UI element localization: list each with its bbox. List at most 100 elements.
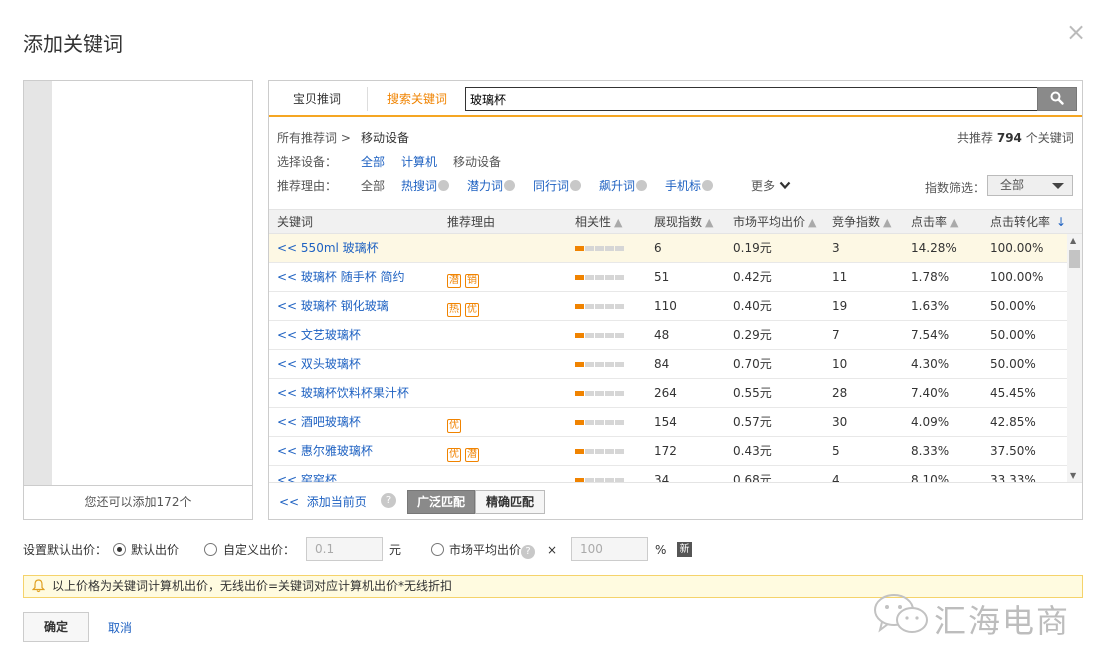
- broad-match-button[interactable]: 广泛匹配: [407, 490, 475, 514]
- reason-option-potential[interactable]: 潜力词: [467, 177, 516, 195]
- selected-keywords-strip: [24, 81, 52, 486]
- relevance-segment: [615, 449, 624, 454]
- reason-option-mobile[interactable]: 手机标: [665, 177, 714, 195]
- cell-impressions: 34: [654, 473, 670, 482]
- sort-up-icon: ▲: [614, 216, 623, 229]
- index-filter-select[interactable]: 全部: [987, 175, 1073, 196]
- tab-search-keyword[interactable]: 搜索关键词: [387, 81, 447, 117]
- col-avg-bid[interactable]: 市场平均出价 ▲: [733, 210, 816, 234]
- confirm-button[interactable]: 确定: [23, 612, 89, 642]
- search-icon: [1050, 91, 1064, 105]
- tab-item-recommend[interactable]: 宝贝推词: [293, 81, 341, 117]
- relevance-segment: [605, 246, 614, 251]
- help-dot-icon[interactable]: [570, 180, 582, 191]
- help-icon[interactable]: ?: [521, 545, 536, 559]
- reason-option-hot[interactable]: 热搜词: [401, 177, 450, 195]
- sort-up-icon: ▲: [705, 216, 714, 229]
- keyword-add-link[interactable]: << 文艺玻璃杯: [277, 328, 361, 342]
- cancel-link[interactable]: 取消: [108, 619, 132, 636]
- relevance-segment: [615, 420, 624, 425]
- cell-competition: 11: [832, 270, 848, 284]
- scroll-up-icon[interactable]: ▲: [1070, 236, 1076, 245]
- cell-avg-bid: 0.55元: [733, 386, 772, 400]
- cell-cvr: 42.85%: [990, 415, 1036, 429]
- market-percent-input[interactable]: 100: [571, 537, 648, 561]
- reason-tag: 优: [447, 448, 461, 462]
- relevance-bar: [575, 362, 625, 367]
- exact-match-button[interactable]: 精确匹配: [475, 490, 545, 514]
- reason-filter-label: 推荐理由：: [277, 179, 338, 193]
- table-row[interactable]: << 玻璃杯 随手杯 简约 潜销 51 0.42元 11 1.78% 100.00%: [269, 263, 1067, 292]
- table-row[interactable]: << 文艺玻璃杯 48 0.29元 7 7.54% 50.00%: [269, 321, 1067, 350]
- reason-option-all[interactable]: 全部: [361, 177, 385, 195]
- keyword-add-link[interactable]: << 玻璃杯 钢化玻璃: [277, 299, 389, 313]
- search-input[interactable]: [465, 87, 1039, 111]
- table-row[interactable]: << 惠尔雅玻璃杯 优潜 172 0.43元 5 8.33% 37.50%: [269, 437, 1067, 466]
- market-bid-option[interactable]: 市场平均出价?: [449, 537, 536, 563]
- table-row[interactable]: << 550ml 玻璃杯 6 0.19元 3 14.28% 100.00%: [269, 234, 1067, 263]
- index-filter-label: 指数筛选：: [925, 181, 986, 195]
- table-row[interactable]: << 酒吧玻璃杯 优 154 0.57元 30 4.09% 42.85%: [269, 408, 1067, 437]
- cell-ctr: 8.10%: [911, 473, 950, 482]
- col-ctr[interactable]: 点击率 ▲: [911, 210, 958, 234]
- device-option-computer[interactable]: 计算机: [401, 153, 437, 171]
- relevance-segment: [575, 449, 584, 454]
- keyword-add-link[interactable]: << 双头玻璃杯: [277, 357, 361, 371]
- table-row[interactable]: << 窑窑杯 34 0.68元 4 8.10% 33.33%: [269, 466, 1067, 482]
- table-row[interactable]: << 玻璃杯 钢化玻璃 热优 110 0.40元 19 1.63% 50.00%: [269, 292, 1067, 321]
- cell-cvr: 50.00%: [990, 357, 1036, 371]
- col-relevance[interactable]: 相关性 ▲: [575, 210, 622, 234]
- keyword-add-link[interactable]: << 窑窑杯: [277, 473, 337, 482]
- add-current-page-link[interactable]: << 添加当前页: [279, 492, 367, 512]
- col-impressions[interactable]: 展现指数 ▲: [654, 210, 713, 234]
- device-option-mobile[interactable]: 移动设备: [453, 153, 501, 171]
- reason-option-rising[interactable]: 飙升词: [599, 177, 648, 195]
- relevance-segment: [575, 275, 584, 280]
- index-filter-value: 全部: [1000, 178, 1025, 192]
- keyword-add-link[interactable]: << 玻璃杯饮料杯果汁杯: [277, 386, 409, 400]
- help-dot-icon[interactable]: [438, 180, 450, 191]
- cell-reason: 热优: [447, 292, 483, 320]
- search-button[interactable]: [1037, 87, 1077, 111]
- relevance-segment: [615, 304, 624, 309]
- col-cvr[interactable]: 点击转化率 ↓: [990, 210, 1066, 234]
- help-dot-icon[interactable]: [636, 180, 648, 191]
- cell-keyword: << 惠尔雅玻璃杯: [277, 437, 373, 465]
- keyword-add-link[interactable]: << 550ml 玻璃杯: [277, 241, 379, 255]
- more-label: 更多: [751, 179, 776, 193]
- cell-avg-bid: 0.19元: [733, 241, 772, 255]
- table-scrollbar[interactable]: ▲ ▼: [1067, 234, 1082, 482]
- more-reasons-toggle[interactable]: 更多: [751, 177, 791, 195]
- table-row[interactable]: << 玻璃杯饮料杯果汁杯 264 0.55元 28 7.40% 45.45%: [269, 379, 1067, 408]
- custom-bid-input[interactable]: 0.1: [306, 537, 383, 561]
- relevance-segment: [575, 333, 584, 338]
- relevance-segment: [615, 333, 624, 338]
- close-icon[interactable]: ×: [1066, 18, 1086, 46]
- relevance-segment: [575, 391, 584, 396]
- reason-option-peer[interactable]: 同行词: [533, 177, 582, 195]
- table-row[interactable]: << 双头玻璃杯 84 0.70元 10 4.30% 50.00%: [269, 350, 1067, 379]
- radio-custom-bid[interactable]: [204, 543, 217, 556]
- scroll-thumb[interactable]: [1069, 250, 1080, 268]
- col-competition[interactable]: 竞争指数 ▲: [832, 210, 891, 234]
- keyword-add-link[interactable]: << 惠尔雅玻璃杯: [277, 444, 373, 458]
- keyword-add-link[interactable]: << 酒吧玻璃杯: [277, 415, 361, 429]
- scroll-down-icon[interactable]: ▼: [1070, 471, 1076, 480]
- cell-cvr: 100.00%: [990, 241, 1044, 255]
- device-option-all[interactable]: 全部: [361, 153, 385, 171]
- help-dot-icon[interactable]: [504, 180, 516, 191]
- breadcrumb-root[interactable]: 所有推荐词 >: [277, 129, 351, 147]
- reason-tag: 潜: [447, 274, 461, 288]
- breadcrumb-current: 移动设备: [361, 131, 410, 145]
- radio-market-bid[interactable]: [431, 543, 444, 556]
- custom-bid-option[interactable]: 自定义出价：: [223, 537, 295, 563]
- cell-ctr: 7.54%: [911, 328, 950, 342]
- keyword-add-link[interactable]: << 玻璃杯 随手杯 简约: [277, 270, 405, 284]
- help-dot-icon[interactable]: [702, 180, 714, 191]
- cell-reason: 潜销: [447, 263, 483, 291]
- radio-default-bid[interactable]: [113, 543, 126, 556]
- col-impressions-label: 展现指数: [654, 215, 703, 229]
- help-icon[interactable]: ?: [381, 493, 396, 508]
- col-keyword: 关键词: [277, 215, 314, 229]
- default-bid-option[interactable]: 默认出价: [131, 537, 179, 563]
